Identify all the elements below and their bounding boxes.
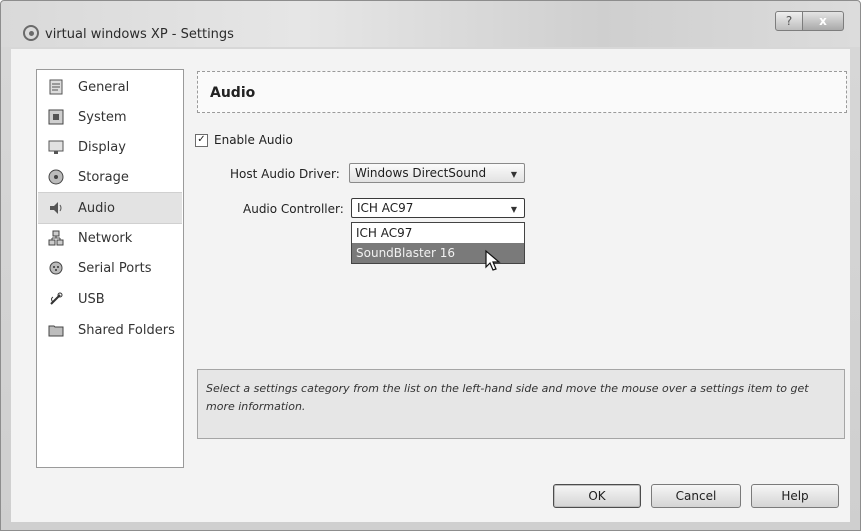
system-icon [46,107,66,127]
sidebar-item-general[interactable]: General [38,72,182,102]
chevron-down-icon: ▼ [510,205,517,214]
sidebar-item-shared-folders[interactable]: Shared Folders [38,315,182,345]
sidebar-item-serial-ports[interactable]: Serial Ports [38,253,182,283]
audio-controller-value: ICH AC97 [357,201,414,215]
info-description: Select a settings category from the list… [197,369,845,439]
cancel-button[interactable]: Cancel [651,484,741,508]
page-title: Audio [210,85,256,101]
sidebar-item-network[interactable]: Network [38,223,182,253]
host-audio-driver-select[interactable]: Windows DirectSound ▼ [349,163,525,183]
enable-audio-label: Enable Audio [214,133,293,147]
sidebar-item-label: System [78,109,127,125]
general-icon [46,77,66,97]
sidebar-item-audio[interactable]: Audio [38,192,182,224]
serial-ports-icon [46,258,66,278]
settings-window: virtual windows XP - Settings ? x Genera… [0,0,861,531]
settings-category-list: General System Display Storage Audio Net… [36,69,184,468]
storage-icon [46,167,66,187]
sidebar-item-system[interactable]: System [38,102,182,132]
sidebar-item-label: General [78,79,130,95]
mouse-cursor-icon [485,249,501,271]
title-bar[interactable]: virtual windows XP - Settings ? x [1,1,860,47]
section-header: Audio [197,71,847,113]
sidebar-item-display[interactable]: Display [38,132,182,162]
audio-icon [46,198,66,218]
sidebar-item-label: USB [78,291,105,307]
audio-controller-select[interactable]: ICH AC97 ▼ [351,198,525,218]
sidebar-item-label: Storage [78,169,129,185]
sidebar-item-label: Serial Ports [78,260,152,276]
chevron-down-icon: ▼ [510,170,517,179]
sidebar-item-usb[interactable]: USB [38,284,182,314]
host-audio-driver-label: Host Audio Driver: [230,167,340,181]
sidebar-item-label: Shared Folders [78,322,175,338]
title-buttons: ? x [775,11,844,31]
help-icon[interactable]: ? [775,11,803,31]
virtualbox-app-icon [23,25,39,41]
dropdown-option-ich-ac97[interactable]: ICH AC97 [352,223,524,243]
usb-icon [46,289,66,309]
settings-content: General System Display Storage Audio Net… [11,49,850,522]
ok-button[interactable]: OK [553,484,641,508]
window-title: virtual windows XP - Settings [45,27,234,42]
shared-folders-icon [46,320,66,340]
sidebar-item-storage[interactable]: Storage [38,162,182,192]
audio-controller-label: Audio Controller: [243,202,344,216]
close-icon[interactable]: x [803,11,844,31]
sidebar-item-label: Network [78,230,133,246]
sidebar-item-label: Display [78,139,126,155]
enable-audio-checkbox[interactable]: ✓ [195,133,208,147]
network-icon [46,228,66,248]
help-button[interactable]: Help [751,484,839,508]
sidebar-item-label: Audio [78,200,115,216]
host-audio-driver-value: Windows DirectSound [355,166,487,180]
display-icon [46,137,66,157]
enable-audio-row[interactable]: ✓ Enable Audio [195,133,293,147]
